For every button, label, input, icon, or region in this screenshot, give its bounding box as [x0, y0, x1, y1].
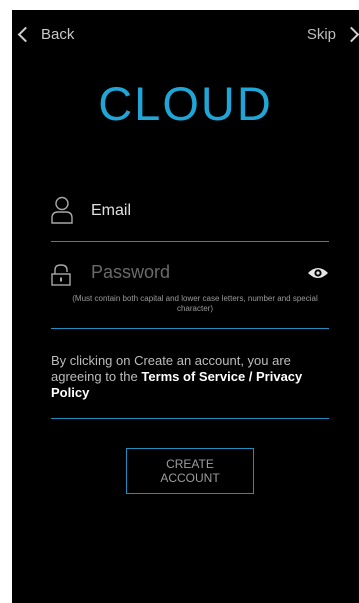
- email-underline: [51, 241, 329, 242]
- signup-screen: Back Skip CLOUD Email Password (Must con…: [12, 10, 359, 603]
- skip-label: Skip: [306, 26, 336, 43]
- lock-icon: [51, 264, 71, 291]
- back-button[interactable]: Back: [17, 26, 75, 43]
- password-field[interactable]: Password (Must contain both capital and …: [51, 256, 329, 329]
- skip-button[interactable]: Skip: [306, 26, 359, 43]
- chevron-left-icon: [17, 26, 34, 43]
- password-underline: [51, 328, 329, 329]
- email-label: Email: [91, 202, 132, 219]
- password-placeholder: Password: [91, 262, 171, 282]
- eye-icon[interactable]: [307, 266, 329, 285]
- terms-divider: [51, 418, 329, 419]
- chevron-right-icon: [343, 26, 359, 43]
- terms-text: By clicking on Create an account, you ar…: [51, 353, 331, 401]
- password-hint: (Must contain both capital and lower cas…: [72, 294, 318, 313]
- create-account-button[interactable]: CREATE ACCOUNT: [126, 448, 254, 494]
- app-logo: CLOUD: [98, 77, 273, 130]
- user-icon: [51, 196, 73, 229]
- email-field[interactable]: Email: [51, 192, 329, 242]
- back-label: Back: [41, 26, 75, 43]
- top-bar: Back Skip: [12, 10, 359, 56]
